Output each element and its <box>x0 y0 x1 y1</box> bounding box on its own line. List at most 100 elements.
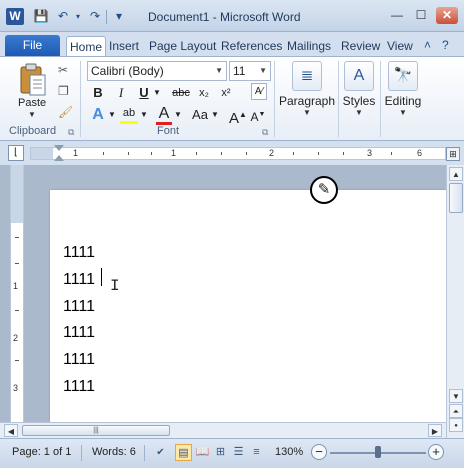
document-line[interactable]: 1111 <box>63 324 95 342</box>
styles-group-button[interactable]: A Styles ▼ <box>340 61 378 117</box>
font-name-dropdown[interactable]: Calibri (Body) ▼ <box>87 61 227 81</box>
text-effects-button[interactable]: A <box>90 105 106 125</box>
font-color-dropdown-icon[interactable]: ▼ <box>173 105 183 125</box>
zoom-level[interactable]: 130% <box>275 446 303 458</box>
document-line[interactable]: 1111 <box>63 244 95 262</box>
vertical-scroll-thumb[interactable] <box>449 183 463 213</box>
format-painter-icon[interactable]: 🖌 <box>58 105 73 119</box>
document-line[interactable]: 1111 <box>63 271 95 289</box>
save-icon[interactable]: 💾 <box>33 9 49 24</box>
paragraph-group-button[interactable]: ≣ Paragraph ▼ <box>278 61 336 117</box>
customize-qat-icon[interactable]: ▾ <box>111 9 127 24</box>
copy-icon[interactable]: ❐ <box>58 84 69 98</box>
strikethrough-button[interactable]: abc <box>170 83 192 103</box>
document-line[interactable]: 1111 <box>63 351 95 369</box>
paste-dropdown-icon[interactable]: ▼ <box>28 110 36 119</box>
shrink-font-button[interactable]: A▼ <box>250 105 266 125</box>
paste-button-label[interactable]: Paste <box>18 97 46 109</box>
undo-dropdown-icon[interactable]: ▾ <box>70 9 86 24</box>
tab-mailings[interactable]: Mailings <box>284 36 334 56</box>
vertical-scrollbar[interactable]: ▲ ▼ ⏶ ● <box>446 165 464 438</box>
italic-button[interactable]: I <box>114 83 128 103</box>
tab-view[interactable]: View <box>384 36 416 56</box>
tab-page-layout[interactable]: Page Layout <box>146 36 219 56</box>
vertical-ruler[interactable]: 1 2 3 <box>10 165 24 422</box>
tab-review[interactable]: Review <box>338 36 383 56</box>
superscript-button[interactable]: x² <box>218 83 234 103</box>
status-separator <box>81 445 82 461</box>
group-separator <box>80 61 81 137</box>
zoom-slider-handle[interactable] <box>375 446 381 458</box>
tab-insert[interactable]: Insert <box>106 36 142 56</box>
redo-icon[interactable]: ↷ <box>87 9 103 24</box>
subscript-button[interactable]: x₂ <box>196 83 212 103</box>
minimize-button[interactable]: — <box>386 7 408 24</box>
ruler-tick <box>391 152 392 155</box>
text-effects-dropdown-icon[interactable]: ▼ <box>107 105 117 125</box>
scroll-up-icon[interactable]: ▲ <box>449 167 463 181</box>
qat-separator <box>106 10 107 24</box>
paste-icon[interactable] <box>18 63 48 97</box>
first-line-indent-marker[interactable] <box>54 145 64 151</box>
change-case-button[interactable]: Aa <box>190 105 210 125</box>
cut-icon[interactable]: ✂ <box>58 63 68 77</box>
ruler-number: 3 <box>13 383 19 393</box>
busy-cursor-icon: ✎ <box>310 176 338 204</box>
horizontal-scrollbar[interactable]: ◀ ||| ▶ <box>0 422 446 438</box>
change-case-icon[interactable]: A⁄ <box>251 83 267 100</box>
word-count[interactable]: Words: 6 <box>92 446 136 458</box>
scroll-down-icon[interactable]: ▼ <box>449 389 463 403</box>
font-color-button[interactable]: A <box>156 105 172 125</box>
ruler-number: 2 <box>269 148 275 158</box>
highlight-dropdown-icon[interactable]: ▼ <box>139 105 149 125</box>
clipboard-launcher-icon[interactable]: ⧉ <box>68 127 74 138</box>
help-icon[interactable]: ? <box>442 38 449 52</box>
hanging-indent-marker[interactable] <box>54 155 64 161</box>
page-count[interactable]: Page: 1 of 1 <box>12 446 71 458</box>
previous-page-icon[interactable]: ⏶ <box>449 404 463 418</box>
editing-group-button[interactable]: 🔭 Editing ▼ <box>382 61 424 117</box>
proofing-icon[interactable]: ✔ <box>152 444 169 461</box>
minimize-ribbon-icon[interactable]: ˄ <box>424 38 431 52</box>
grow-font-button[interactable]: A▲ <box>229 105 247 127</box>
ruler-tick <box>128 152 129 155</box>
close-button[interactable]: ✕ <box>436 7 458 24</box>
maximize-button[interactable]: ☐ <box>410 7 432 24</box>
document-line[interactable]: 1111 <box>63 298 95 316</box>
horizontal-ruler[interactable]: 1 1 2 3 6 <box>30 147 446 160</box>
font-size-value: 11 <box>233 64 246 78</box>
zoom-out-button[interactable]: − <box>311 444 327 460</box>
draft-view-icon[interactable]: ≡ <box>248 444 265 461</box>
ruler-number: 1 <box>73 148 79 158</box>
undo-icon[interactable]: ↶ <box>55 9 71 24</box>
select-browse-object-icon[interactable]: ● <box>449 418 463 432</box>
word-app-icon[interactable]: W <box>6 8 24 25</box>
document-line[interactable]: 1111 <box>63 378 95 396</box>
font-launcher-icon[interactable]: ⧉ <box>262 127 268 138</box>
highlight-button[interactable]: ab <box>120 105 138 124</box>
ribbon-tabs: File Home Insert Page Layout References … <box>0 32 464 56</box>
chevron-down-icon: ▼ <box>355 108 363 117</box>
bold-button[interactable]: B <box>91 83 105 103</box>
group-separator <box>274 61 275 137</box>
print-layout-view-icon[interactable]: ▤ <box>175 444 192 461</box>
scroll-left-icon[interactable]: ◀ <box>4 424 18 437</box>
scroll-right-icon[interactable]: ▶ <box>428 424 442 437</box>
tab-selector-icon[interactable]: ⌊ <box>8 145 24 161</box>
full-screen-reading-icon[interactable]: 📖 <box>194 444 211 461</box>
underline-dropdown-icon[interactable]: ▼ <box>152 83 162 103</box>
underline-button[interactable]: U <box>137 83 151 103</box>
change-case-dropdown-icon[interactable]: ▼ <box>210 105 220 125</box>
tab-references[interactable]: References <box>218 36 285 56</box>
horizontal-scroll-thumb[interactable]: ||| <box>22 425 170 436</box>
tab-home[interactable]: Home <box>66 36 107 56</box>
document-page[interactable] <box>50 190 446 422</box>
font-size-dropdown[interactable]: 11 ▼ <box>229 61 271 81</box>
tab-file[interactable]: File <box>5 35 60 56</box>
ruler-tick <box>15 310 19 311</box>
outline-view-icon[interactable]: ☰ <box>230 444 247 461</box>
zoom-in-button[interactable]: + <box>428 444 444 460</box>
view-ruler-icon[interactable]: ⊞ <box>446 147 460 161</box>
web-layout-icon[interactable]: ⊞ <box>212 444 229 461</box>
ruler-tick <box>15 263 19 264</box>
